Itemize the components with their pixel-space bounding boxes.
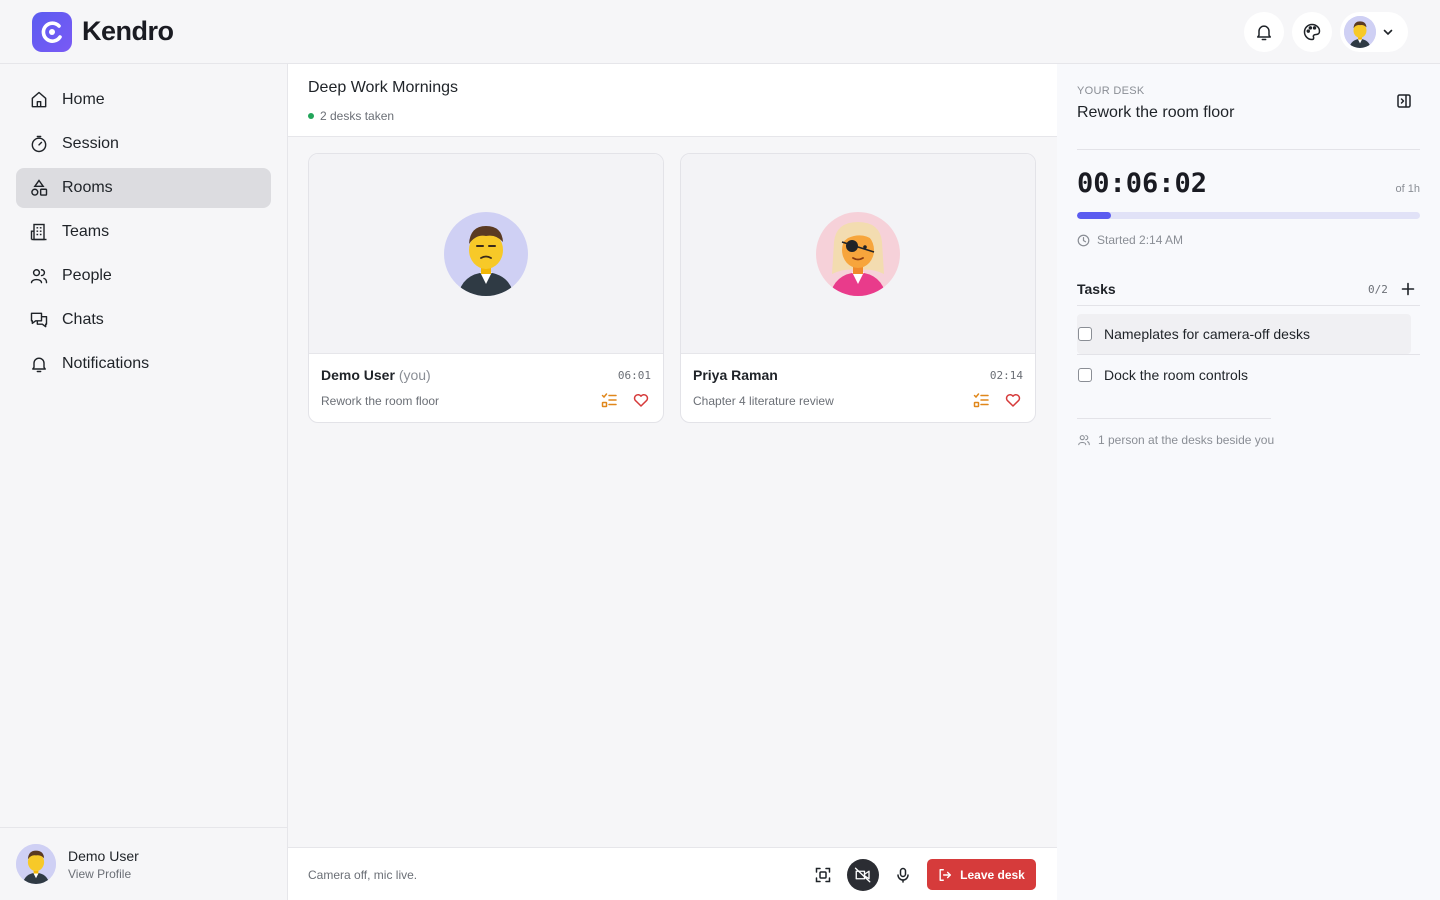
leave-desk-button[interactable]: Leave desk (927, 859, 1036, 890)
online-dot (308, 113, 314, 119)
divider (1077, 418, 1271, 419)
divider (1077, 149, 1420, 150)
sidebar-profile[interactable]: Demo User View Profile (0, 827, 287, 900)
session-progress-bar (1077, 212, 1420, 219)
task-item[interactable]: Dock the room controls (1077, 355, 1420, 395)
clock-icon (1077, 234, 1090, 246)
notifications-button[interactable] (1244, 12, 1284, 52)
sidebar-item-label: Session (62, 135, 119, 152)
desk-task: Rework the room floor (321, 394, 440, 408)
view-profile-link[interactable]: View Profile (68, 867, 131, 881)
session-timer: 00:06:02 (1077, 168, 1208, 199)
desk-user-name: Priya Raman (693, 367, 778, 383)
camera-off-tile (309, 154, 663, 354)
heart-icon[interactable] (633, 392, 649, 408)
nearby-people: 1 person at the desks beside you (1077, 433, 1274, 447)
top-bar: Kendro (0, 0, 1440, 64)
sidebar-item-label: Home (62, 91, 105, 108)
desks-taken: 2 desks taken (320, 109, 395, 123)
room-header: Deep Work Mornings 2 desks taken (288, 64, 1057, 137)
tasks-count: 0/2 (1368, 283, 1388, 296)
task-checkbox[interactable] (1078, 368, 1092, 382)
exit-icon (939, 868, 952, 881)
building-icon (30, 223, 47, 241)
desk-actions (601, 392, 649, 408)
sidebar-item-label: People (62, 267, 112, 284)
desk-card[interactable]: Priya Raman 02:14 Chapter 4 literature r… (680, 153, 1036, 423)
room-main: Deep Work Mornings 2 desks taken Demo Us… (288, 64, 1057, 900)
bell-icon (32, 357, 46, 373)
panel-collapse-icon (1397, 94, 1411, 108)
sidebar-item-label: Chats (62, 311, 104, 328)
panel-kicker: YOUR DESK (1077, 85, 1145, 97)
sidebar-item-people[interactable]: People (16, 256, 271, 296)
sidebar-item-label: Teams (62, 223, 110, 240)
desk-user-name: Demo User (you) (321, 367, 431, 383)
users-icon (30, 269, 48, 284)
sidebar-item-rooms[interactable]: Rooms (16, 168, 271, 208)
rooms-icon (31, 179, 48, 196)
sidebar-item-teams[interactable]: Teams (16, 212, 271, 252)
profile-menu-button[interactable] (1340, 12, 1408, 52)
panel-title: Rework the room floor (1077, 104, 1235, 121)
mic-toggle-button[interactable] (887, 859, 919, 891)
desk-panel: YOUR DESK Rework the room floor 00:06:02… (1057, 64, 1440, 900)
sidebar-item-chats[interactable]: Chats (16, 300, 271, 340)
profile-name: Demo User (68, 848, 139, 864)
sidebar: Home Session Rooms Teams People Chats No… (0, 64, 288, 900)
avatar (1344, 16, 1376, 48)
chat-icon (30, 312, 48, 328)
avatar (444, 212, 528, 296)
sidebar-item-notifications[interactable]: Notifications (16, 344, 271, 384)
task-list-icon[interactable] (973, 392, 989, 408)
camera-toggle-button[interactable] (847, 859, 879, 891)
add-task-button[interactable] (1399, 280, 1417, 298)
desk-card[interactable]: Demo User (you) 06:01 Rework the room fl… (308, 153, 664, 423)
plus-icon (1401, 282, 1415, 296)
scan-frame-icon (815, 867, 831, 883)
timer-icon (31, 135, 47, 153)
microphone-icon (897, 867, 909, 883)
sidebar-item-label: Notifications (62, 355, 150, 372)
divider (1077, 305, 1420, 306)
session-progress-fill (1077, 212, 1112, 219)
media-status: Camera off, mic live. (308, 868, 418, 882)
session-goal: of 1h (1395, 183, 1420, 195)
started-text: Started 2:14 AM (1097, 233, 1184, 247)
sidebar-item-home[interactable]: Home (16, 80, 271, 120)
leave-desk-label: Leave desk (960, 867, 1025, 882)
task-list-icon[interactable] (601, 392, 617, 408)
desk-task: Chapter 4 literature review (693, 394, 834, 408)
bell-icon (1257, 25, 1271, 41)
sidebar-item-label: Rooms (62, 179, 113, 196)
sidebar-item-session[interactable]: Session (16, 124, 271, 164)
palette-icon (1303, 23, 1321, 41)
desk-timer: 02:14 (989, 369, 1023, 382)
chevron-down-icon (1383, 29, 1393, 36)
focus-frame-button[interactable] (807, 859, 839, 891)
task-item[interactable]: Nameplates for camera-off desks (1077, 314, 1411, 354)
room-status: 2 desks taken (308, 109, 394, 123)
collapse-panel-button[interactable] (1394, 91, 1414, 111)
heart-icon[interactable] (1005, 392, 1021, 408)
desk-timer: 06:01 (617, 369, 651, 382)
task-label: Dock the room controls (1104, 367, 1248, 383)
task-label: Nameplates for camera-off desks (1104, 326, 1310, 342)
nearby-text: 1 person at the desks beside you (1098, 433, 1275, 447)
avatar (816, 212, 900, 296)
theme-button[interactable] (1292, 12, 1332, 52)
avatar (16, 844, 56, 884)
room-title: Deep Work Mornings (308, 79, 458, 96)
home-icon (31, 91, 47, 108)
tasks-heading: Tasks (1077, 281, 1116, 297)
task-checkbox[interactable] (1078, 327, 1092, 341)
desk-actions (973, 392, 1021, 408)
camera-off-tile (681, 154, 1035, 354)
session-started: Started 2:14 AM (1077, 233, 1183, 247)
video-off-icon (854, 867, 871, 883)
kendro-logo-icon[interactable] (32, 12, 72, 52)
brand-name[interactable]: Kendro (82, 16, 174, 47)
users-icon (1078, 435, 1090, 446)
desk-controls-bar: Camera off, mic live. Leave desk (288, 847, 1057, 900)
